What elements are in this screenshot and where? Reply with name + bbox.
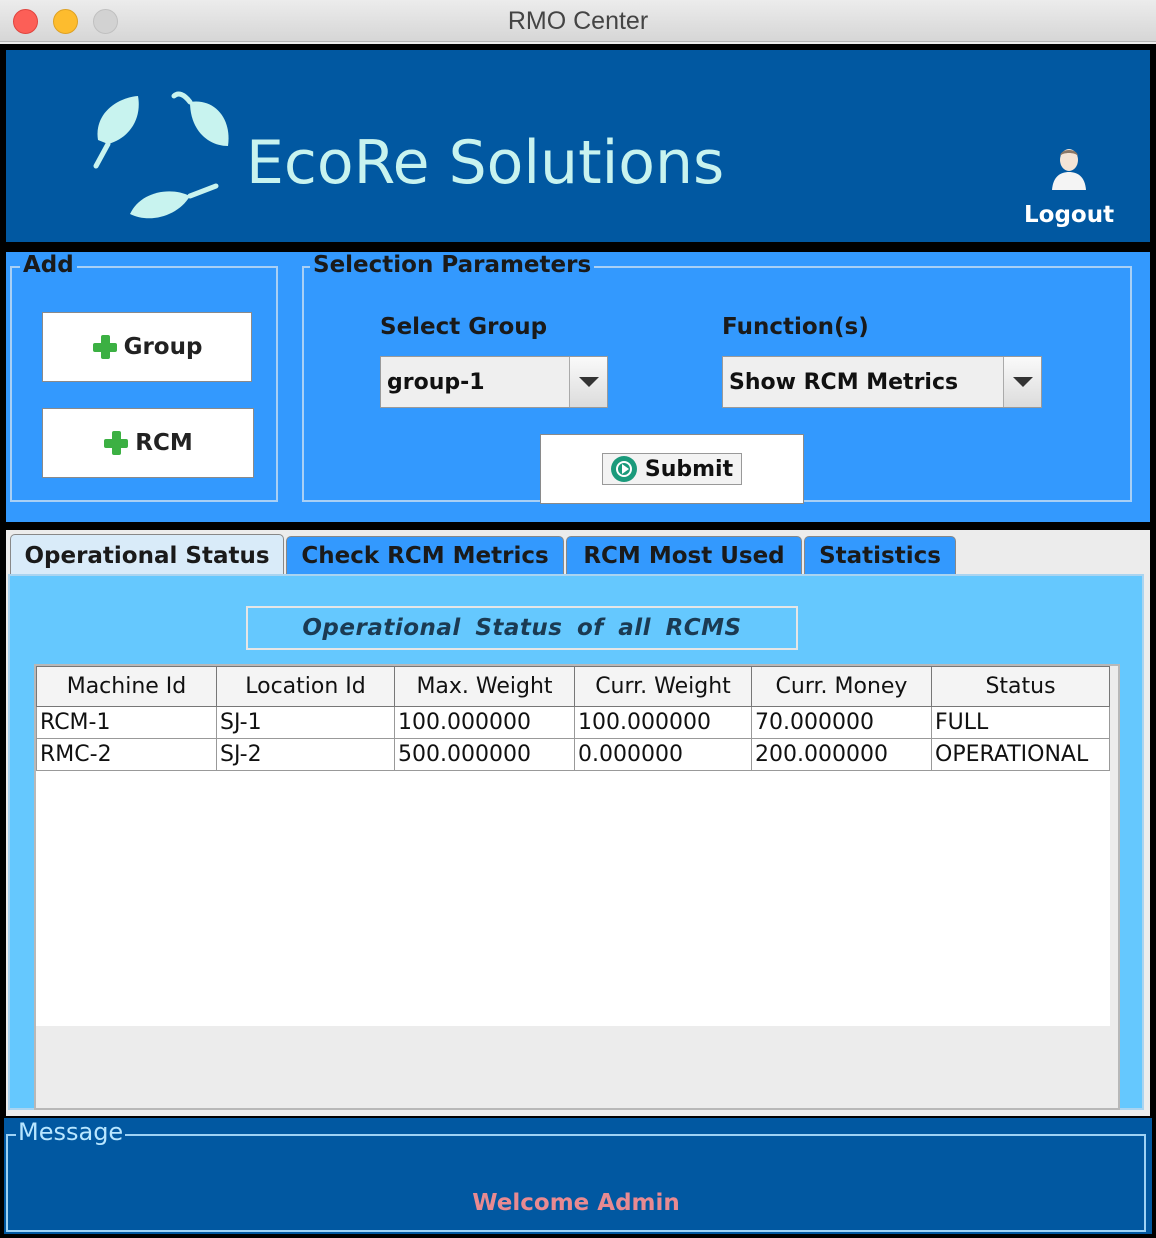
group-select[interactable]: group-1: [380, 356, 608, 408]
submit-label: Submit: [644, 456, 734, 482]
table-row[interactable]: RMC-2 SJ-2 500.000000 0.000000 200.00000…: [36, 738, 1110, 771]
chevron-down-icon[interactable]: [569, 357, 607, 407]
add-rcm-label: RCM: [135, 430, 193, 456]
add-rcm-button[interactable]: RCM: [42, 408, 254, 478]
play-icon: [610, 456, 637, 482]
message-text: Welcome Admin: [472, 1190, 680, 1216]
plus-icon: [92, 334, 118, 360]
recycle-leaves-icon: [93, 91, 229, 219]
tab-label: Operational Status: [24, 542, 270, 569]
column-header-status[interactable]: Status: [931, 666, 1110, 707]
table-cell[interactable]: 100.000000: [394, 706, 575, 739]
column-header-curr-money[interactable]: Curr. Money: [751, 666, 932, 707]
add-group-label: Group: [123, 334, 203, 360]
chevron-down-icon[interactable]: [1003, 357, 1041, 407]
table-row[interactable]: RCM-1 SJ-1 100.000000 100.000000 70.0000…: [36, 706, 1110, 739]
message-fieldset: Message Welcome Admin: [6, 1118, 1146, 1232]
tab-label: RCM Most Used: [583, 542, 785, 569]
column-header-curr-weight[interactable]: Curr. Weight: [574, 666, 752, 707]
table-cell[interactable]: 200.000000: [751, 738, 932, 771]
table-cell[interactable]: SJ-1: [216, 706, 395, 739]
select-group-label: Select Group: [380, 314, 548, 340]
group-select-value: group-1: [387, 369, 485, 395]
logout-label: Logout: [1024, 202, 1115, 228]
table-header-row: Machine Id Location Id Max. Weight Curr.…: [36, 666, 1110, 707]
message-area: Message Welcome Admin: [0, 1116, 1156, 1238]
window-titlebar: RMO Center: [0, 0, 1156, 42]
window-title: RMO Center: [507, 7, 649, 35]
selection-legend: Selection Parameters: [310, 252, 595, 278]
user-icon: [1052, 149, 1086, 190]
column-header-max-weight[interactable]: Max. Weight: [394, 666, 575, 707]
tab-rcm-most-used[interactable]: RCM Most Used: [566, 536, 802, 574]
table-cell[interactable]: 70.000000: [751, 706, 932, 739]
tab-operational-status[interactable]: Operational Status: [10, 534, 284, 576]
operational-status-panel: Operational Status of all RCMS Machine I…: [8, 574, 1144, 1110]
panel-title: Operational Status of all RCMS: [246, 606, 798, 650]
controls-panel: Add Group RCM Selection Parameters Selec…: [0, 248, 1156, 526]
plus-icon: [103, 430, 129, 456]
table-cell[interactable]: 100.000000: [574, 706, 752, 739]
brand-name: EcoRe Solutions: [246, 128, 725, 198]
add-fieldset: Add Group RCM: [10, 252, 278, 502]
column-header-location-id[interactable]: Location Id: [216, 666, 395, 707]
status-table-scrollpane[interactable]: Machine Id Location Id Max. Weight Curr.…: [34, 664, 1120, 1110]
tab-statistics[interactable]: Statistics: [804, 536, 956, 574]
submit-button[interactable]: Submit: [601, 453, 743, 485]
function-select-value: Show RCM Metrics: [729, 369, 959, 395]
function-label: Function(s): [722, 314, 869, 340]
tab-label: Check RCM Metrics: [301, 542, 549, 569]
table-cell[interactable]: RMC-2: [36, 738, 217, 771]
message-legend: Message: [16, 1118, 126, 1146]
table-cell[interactable]: SJ-2: [216, 738, 395, 771]
table-cell[interactable]: OPERATIONAL: [931, 738, 1110, 771]
logout-button[interactable]: Logout: [1024, 146, 1114, 228]
tabs-area: Operational Status Check RCM Metrics RCM…: [0, 526, 1156, 1116]
table-cell[interactable]: RCM-1: [36, 706, 217, 739]
table-cell[interactable]: 0.000000: [574, 738, 752, 771]
tab-check-rcm-metrics[interactable]: Check RCM Metrics: [286, 536, 564, 574]
header: EcoRe Solutions Logout: [0, 44, 1156, 248]
submit-panel: Submit: [540, 434, 804, 504]
status-table: Machine Id Location Id Max. Weight Curr.…: [36, 666, 1110, 771]
add-group-button[interactable]: Group: [42, 312, 252, 382]
tab-label: Statistics: [819, 542, 941, 569]
function-select[interactable]: Show RCM Metrics: [722, 356, 1042, 408]
column-header-machine-id[interactable]: Machine Id: [36, 666, 217, 707]
selection-fieldset: Selection Parameters Select Group group-…: [302, 252, 1132, 504]
add-legend: Add: [20, 252, 77, 278]
table-cell[interactable]: 500.000000: [394, 738, 575, 771]
table-cell[interactable]: FULL: [931, 706, 1110, 739]
